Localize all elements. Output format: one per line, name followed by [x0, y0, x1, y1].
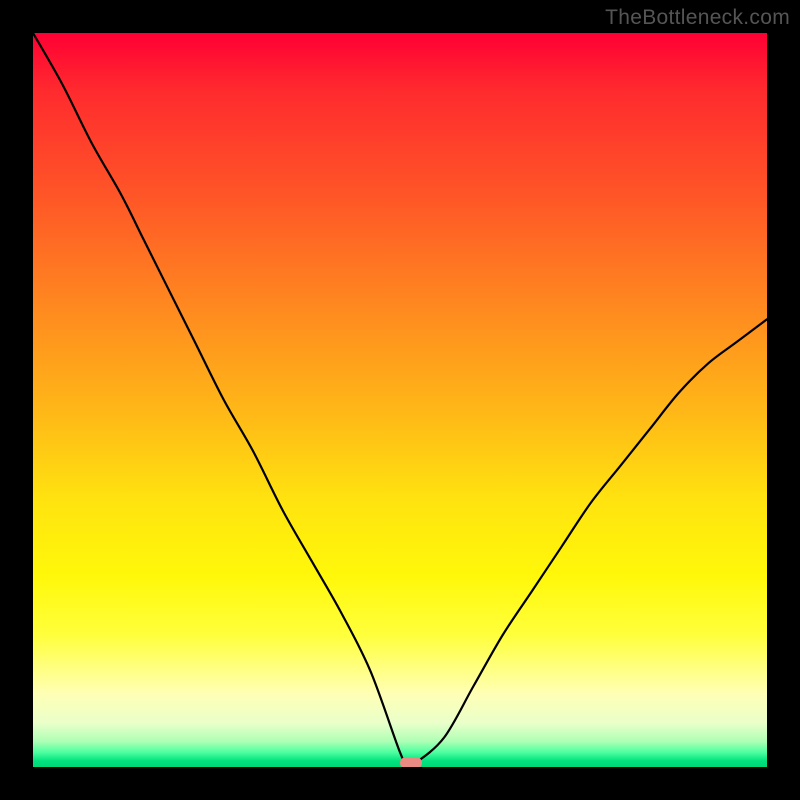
- bottleneck-curve: [33, 33, 767, 767]
- watermark-label: TheBottleneck.com: [605, 6, 790, 30]
- optimal-point-marker: [400, 757, 422, 767]
- plot-area: [33, 33, 767, 767]
- chart-frame: TheBottleneck.com: [0, 0, 800, 800]
